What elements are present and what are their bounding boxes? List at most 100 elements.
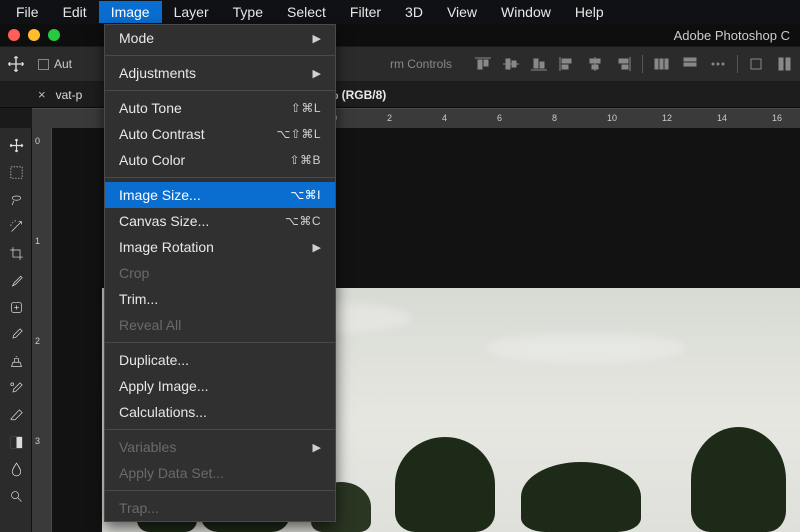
menu-separator xyxy=(105,177,335,178)
menu-separator xyxy=(105,55,335,56)
menu-item-mode[interactable]: Mode▶ xyxy=(105,25,335,51)
healing-brush-tool-icon[interactable] xyxy=(0,294,32,321)
brush-tool-icon[interactable] xyxy=(0,321,32,348)
align-to-icon[interactable] xyxy=(776,56,794,72)
menu-type[interactable]: Type xyxy=(221,1,275,23)
menu-item-canvas-size[interactable]: Canvas Size...⌥⌘C xyxy=(105,208,335,234)
ruler-vertical[interactable]: 0123 xyxy=(32,128,52,532)
menu-item-apply-image[interactable]: Apply Image... xyxy=(105,373,335,399)
menu-item-auto-color[interactable]: Auto Color⇧⌘B xyxy=(105,147,335,173)
menu-filter[interactable]: Filter xyxy=(338,1,393,23)
align-vertical-centers-icon[interactable] xyxy=(502,56,520,72)
auto-select-option[interactable]: Aut xyxy=(38,57,72,71)
menu-item-label: Auto Tone xyxy=(119,100,291,116)
menu-item-label: Calculations... xyxy=(119,404,321,420)
3d-mode-icon[interactable] xyxy=(748,56,766,72)
menu-window[interactable]: Window xyxy=(489,1,563,23)
dodge-tool-icon[interactable] xyxy=(0,483,32,510)
menu-item-label: Image Rotation xyxy=(119,239,313,255)
menu-item-label: Variables xyxy=(119,439,313,455)
ruler-tick-label: 2 xyxy=(35,336,40,346)
move-tool-icon[interactable] xyxy=(0,132,32,159)
ruler-tick-label: 4 xyxy=(442,113,447,123)
ruler-tick-label: 0 xyxy=(35,136,40,146)
ruler-tick-label: 2 xyxy=(387,113,392,123)
menu-item-trim[interactable]: Trim... xyxy=(105,286,335,312)
ruler-tick-label: 14 xyxy=(717,113,727,123)
menubar: FileEditImageLayerTypeSelectFilter3DView… xyxy=(0,0,800,24)
magic-wand-tool-icon[interactable] xyxy=(0,213,32,240)
auto-select-checkbox[interactable] xyxy=(38,59,49,70)
eraser-tool-icon[interactable] xyxy=(0,402,32,429)
submenu-arrow-icon: ▶ xyxy=(313,32,321,45)
image-menu-dropdown: Mode▶Adjustments▶Auto Tone⇧⌘LAuto Contra… xyxy=(104,24,336,522)
menu-edit[interactable]: Edit xyxy=(51,1,99,23)
menu-layer[interactable]: Layer xyxy=(162,1,221,23)
crop-tool-icon[interactable] xyxy=(0,240,32,267)
menu-item-auto-tone[interactable]: Auto Tone⇧⌘L xyxy=(105,95,335,121)
menu-item-label: Adjustments xyxy=(119,65,313,81)
blur-tool-icon[interactable] xyxy=(0,456,32,483)
menu-item-label: Crop xyxy=(119,265,321,281)
ruler-tick-label: 16 xyxy=(772,113,782,123)
menu-separator xyxy=(105,90,335,91)
align-top-edges-icon[interactable] xyxy=(474,56,492,72)
menu-item-shortcut: ⌥⇧⌘L xyxy=(276,127,321,141)
auto-select-label: Aut xyxy=(54,57,72,71)
gradient-tool-icon[interactable] xyxy=(0,429,32,456)
clone-stamp-tool-icon[interactable] xyxy=(0,348,32,375)
align-bottom-edges-icon[interactable] xyxy=(530,56,548,72)
menu-item-calculations[interactable]: Calculations... xyxy=(105,399,335,425)
lasso-tool-icon[interactable] xyxy=(0,186,32,213)
menu-item-shortcut: ⌥⌘I xyxy=(290,188,321,202)
zoom-window-button[interactable] xyxy=(48,29,60,41)
menu-item-crop: Crop xyxy=(105,260,335,286)
history-brush-tool-icon[interactable] xyxy=(0,375,32,402)
menu-item-label: Apply Image... xyxy=(119,378,321,394)
submenu-arrow-icon: ▶ xyxy=(313,441,321,454)
menu-item-adjustments[interactable]: Adjustments▶ xyxy=(105,60,335,86)
menu-item-auto-contrast[interactable]: Auto Contrast⌥⇧⌘L xyxy=(105,121,335,147)
marquee-tool-icon[interactable] xyxy=(0,159,32,186)
menu-view[interactable]: View xyxy=(435,1,489,23)
menu-item-image-size[interactable]: Image Size...⌥⌘I xyxy=(105,182,335,208)
menu-separator xyxy=(105,429,335,430)
close-window-button[interactable] xyxy=(8,29,20,41)
tools-panel xyxy=(0,128,32,532)
eyedropper-tool-icon[interactable] xyxy=(0,267,32,294)
menu-item-variables: Variables▶ xyxy=(105,434,335,460)
ruler-tick-label: 6 xyxy=(497,113,502,123)
minimize-window-button[interactable] xyxy=(28,29,40,41)
menu-item-label: Mode xyxy=(119,30,313,46)
menu-item-label: Trim... xyxy=(119,291,321,307)
menu-item-shortcut: ⌥⌘C xyxy=(285,214,321,228)
ruler-tick-label: 8 xyxy=(552,113,557,123)
move-tool-preset-icon[interactable] xyxy=(6,54,26,74)
menu-item-label: Auto Color xyxy=(119,152,289,168)
menu-item-image-rotation[interactable]: Image Rotation▶ xyxy=(105,234,335,260)
distribute-horizontal-icon[interactable] xyxy=(653,56,671,72)
close-tab-icon[interactable]: × xyxy=(38,87,46,102)
menu-item-label: Reveal All xyxy=(119,317,321,333)
menu-image[interactable]: Image xyxy=(99,1,162,23)
more-options-icon[interactable] xyxy=(709,56,727,72)
menu-help[interactable]: Help xyxy=(563,1,616,23)
menu-item-label: Apply Data Set... xyxy=(119,465,321,481)
menu-item-label: Trap... xyxy=(119,500,321,516)
align-left-edges-icon[interactable] xyxy=(558,56,576,72)
menu-item-apply-data-set: Apply Data Set... xyxy=(105,460,335,486)
menu-separator xyxy=(105,490,335,491)
document-tab-name[interactable]: vat-p xyxy=(56,88,83,102)
menu-item-duplicate[interactable]: Duplicate... xyxy=(105,347,335,373)
submenu-arrow-icon: ▶ xyxy=(313,241,321,254)
align-horizontal-centers-icon[interactable] xyxy=(586,56,604,72)
menu-3d[interactable]: 3D xyxy=(393,1,435,23)
menu-select[interactable]: Select xyxy=(275,1,338,23)
ruler-tick-label: 3 xyxy=(35,436,40,446)
menu-item-label: Auto Contrast xyxy=(119,126,276,142)
align-right-edges-icon[interactable] xyxy=(614,56,632,72)
menu-file[interactable]: File xyxy=(4,1,51,23)
menu-separator xyxy=(105,342,335,343)
window-controls xyxy=(8,29,60,41)
distribute-vertical-icon[interactable] xyxy=(681,56,699,72)
